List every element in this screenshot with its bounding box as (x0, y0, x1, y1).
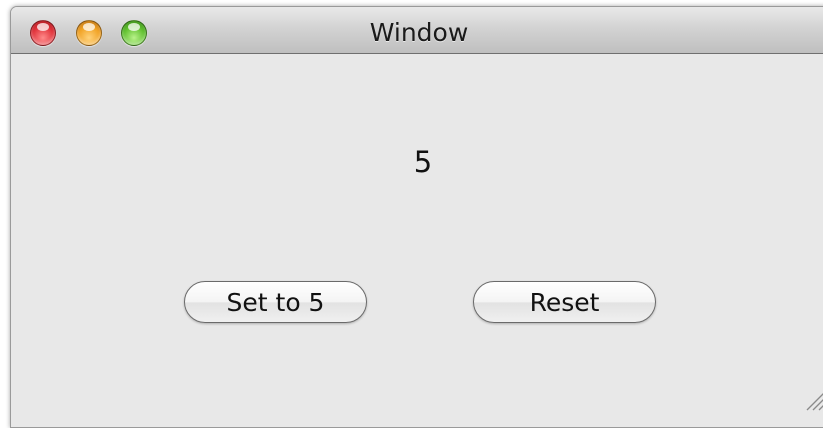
set-to-5-button[interactable]: Set to 5 (184, 281, 367, 323)
resize-grip-icon[interactable] (803, 389, 823, 411)
reset-button[interactable]: Reset (473, 281, 656, 323)
window-title: Window (369, 18, 469, 47)
app-window: Window 5 Set to 5 Reset (10, 6, 823, 428)
title-bar[interactable]: Window (11, 7, 823, 54)
value-label: 5 (413, 145, 433, 179)
